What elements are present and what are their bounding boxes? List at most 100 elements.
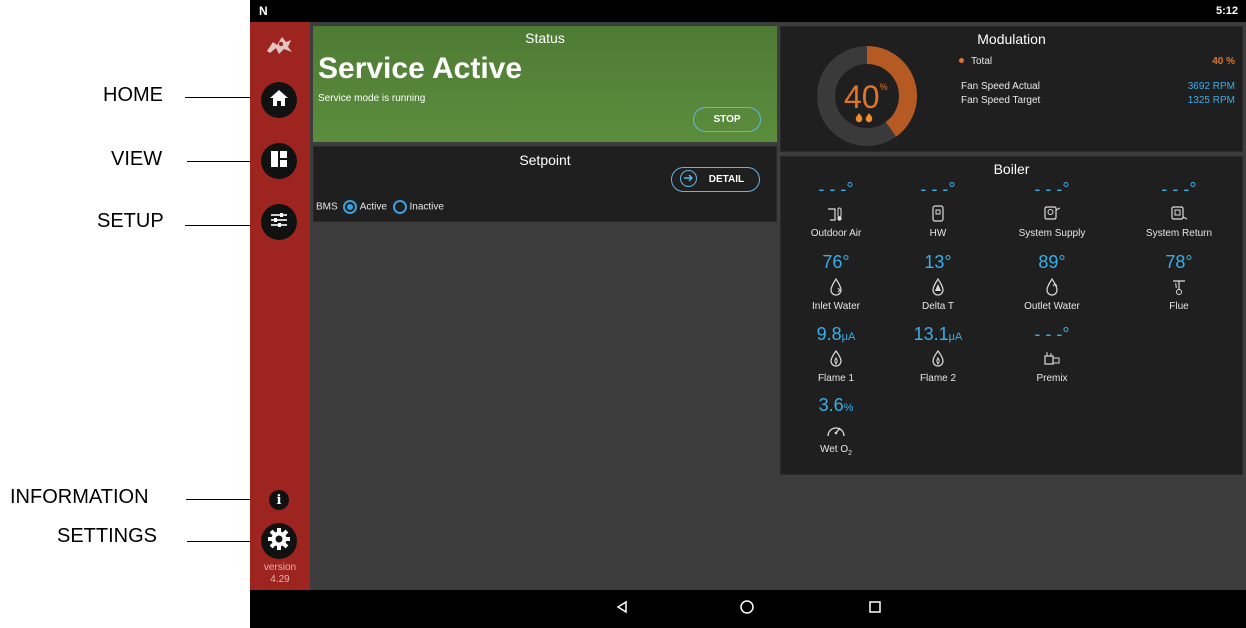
flame-2-value-wrap: 13.1μA xyxy=(878,324,998,346)
status-headline: Service Active xyxy=(318,52,523,85)
callout-home: HOME xyxy=(103,84,260,107)
detail-icon xyxy=(680,169,697,187)
navigation-bar xyxy=(250,590,1246,628)
home-circle-icon xyxy=(739,599,755,620)
hw-tile[interactable]: - - -° HW xyxy=(878,179,998,239)
notification-logo: N xyxy=(259,4,268,18)
modulation-unit: % xyxy=(879,82,888,92)
back-button[interactable] xyxy=(612,599,632,619)
setpoint-panel: Setpoint DETAIL BMS Active Inactive xyxy=(313,146,777,222)
flue-value: 78° xyxy=(1165,252,1193,272)
delta-t-tile[interactable]: 13° Delta T xyxy=(878,252,998,312)
total-dot-icon xyxy=(959,58,964,63)
fan-speed-target-value: 1325 RPM xyxy=(1187,95,1235,106)
status-panel: Status Service Active Service mode is ru… xyxy=(313,26,777,142)
device-screen: N 5:12 i version 4.29 Status Service Act… xyxy=(250,0,1246,628)
boiler-title: Boiler xyxy=(993,161,1030,177)
settings-button[interactable] xyxy=(261,523,297,559)
home-nav-button[interactable] xyxy=(737,599,757,619)
callout-area: HOME VIEW SETUP INFORMATION SETTINGS xyxy=(0,0,262,628)
system-return-tile[interactable]: - - -° System Return xyxy=(1119,179,1239,239)
bms-label: BMS xyxy=(316,201,338,213)
setpoint-title: Setpoint xyxy=(519,152,571,168)
callout-view: VIEW xyxy=(111,148,260,171)
bms-inactive-radio[interactable] xyxy=(392,200,407,214)
flue-icon xyxy=(1119,276,1239,298)
callout-settings-label: SETTINGS xyxy=(57,525,158,547)
flame-2-value: 13.1 xyxy=(913,324,949,344)
bms-row: BMS Active Inactive xyxy=(316,200,444,214)
callout-information: INFORMATION xyxy=(10,486,262,509)
info-icon: i xyxy=(276,492,282,508)
modulation-panel: Modulation 40% Total 40 % Fan Speed Actu… xyxy=(780,26,1243,152)
total-label: Total xyxy=(971,56,993,67)
system-return-icon xyxy=(1119,203,1239,225)
outlet-water-value: 89° xyxy=(1038,252,1066,272)
home-icon xyxy=(268,87,290,114)
wet-o2-unit: % xyxy=(843,402,854,414)
callout-home-label: HOME xyxy=(103,84,163,106)
system-supply-icon xyxy=(992,203,1112,225)
premix-label: Premix xyxy=(1036,373,1068,384)
flame-2-label: Flame 2 xyxy=(919,373,957,384)
outlet-water-label: Outlet Water xyxy=(1024,301,1080,312)
hw-tank-icon xyxy=(878,203,998,225)
version-label: version xyxy=(263,562,297,573)
outlet-water-icon xyxy=(992,276,1112,298)
callout-settings: SETTINGS xyxy=(57,525,261,548)
status-title: Status xyxy=(525,30,565,46)
modulation-number: 40 xyxy=(844,79,880,115)
setup-button[interactable] xyxy=(261,204,297,240)
callout-information-label: INFORMATION xyxy=(10,486,149,508)
callout-setup-label: SETUP xyxy=(97,210,164,232)
system-supply-tile[interactable]: - - -° System Supply xyxy=(992,179,1112,239)
setup-sliders-icon xyxy=(268,209,290,236)
wet-o2-value-wrap: 3.6% xyxy=(776,395,896,417)
recents-button[interactable] xyxy=(865,599,885,619)
total-value: 40 % xyxy=(1212,56,1235,67)
bms-active-label: Active xyxy=(359,201,387,213)
flame-2-unit: μA xyxy=(948,331,963,343)
fan-speed-actual-value: 3692 RPM xyxy=(1187,81,1235,92)
brand-logo xyxy=(264,34,294,56)
flame-icons xyxy=(854,112,876,127)
fan-speed-actual-label: Fan Speed Actual xyxy=(961,81,1040,92)
status-subtext: Service mode is running xyxy=(318,93,426,104)
wet-o2-tile[interactable]: 3.6% Wet O2 xyxy=(776,395,896,457)
information-button[interactable]: i xyxy=(269,490,289,510)
settings-gear-icon xyxy=(266,526,292,557)
fan-speed-target-label: Fan Speed Target xyxy=(961,95,1041,106)
sidebar: i version 4.29 xyxy=(250,22,310,590)
flame-2-tile[interactable]: 13.1μA Flame 2 xyxy=(878,324,998,384)
back-icon xyxy=(615,600,629,619)
flame-1-unit: μA xyxy=(841,331,856,343)
recents-square-icon xyxy=(868,600,882,619)
system-supply-value: - - -° xyxy=(1034,179,1070,199)
modulation-value: 40% xyxy=(844,79,888,116)
version-number: 4.29 xyxy=(270,574,290,585)
wet-o2-label-wrap: Wet O2 xyxy=(776,444,896,457)
hw-value: - - -° xyxy=(920,179,956,199)
home-button[interactable] xyxy=(261,82,297,118)
gauge-icon xyxy=(776,419,896,441)
system-return-label: System Return xyxy=(1145,228,1213,239)
wet-o2-label: Wet O xyxy=(819,444,849,455)
view-grid-icon xyxy=(268,148,290,175)
bms-inactive-label: Inactive xyxy=(409,201,444,213)
outlet-water-tile[interactable]: 89° Outlet Water xyxy=(992,252,1112,312)
callout-setup: SETUP xyxy=(97,210,260,233)
delta-t-value: 13° xyxy=(924,252,952,272)
flue-tile[interactable]: 78° Flue xyxy=(1119,252,1239,312)
view-button[interactable] xyxy=(261,143,297,179)
premix-tile[interactable]: - - -° Premix xyxy=(992,324,1112,384)
flame-2-icon xyxy=(878,348,998,370)
premix-icon xyxy=(992,348,1112,370)
stop-button[interactable]: STOP xyxy=(693,107,761,132)
hw-label: HW xyxy=(929,228,947,239)
wet-o2-subscript: 2 xyxy=(848,450,853,457)
detail-button[interactable]: DETAIL xyxy=(671,167,760,192)
bms-active-radio[interactable] xyxy=(343,200,358,214)
delta-t-label: Delta T xyxy=(921,301,955,312)
premix-value: - - -° xyxy=(1034,324,1070,344)
wet-o2-value: 3.6 xyxy=(818,395,844,415)
